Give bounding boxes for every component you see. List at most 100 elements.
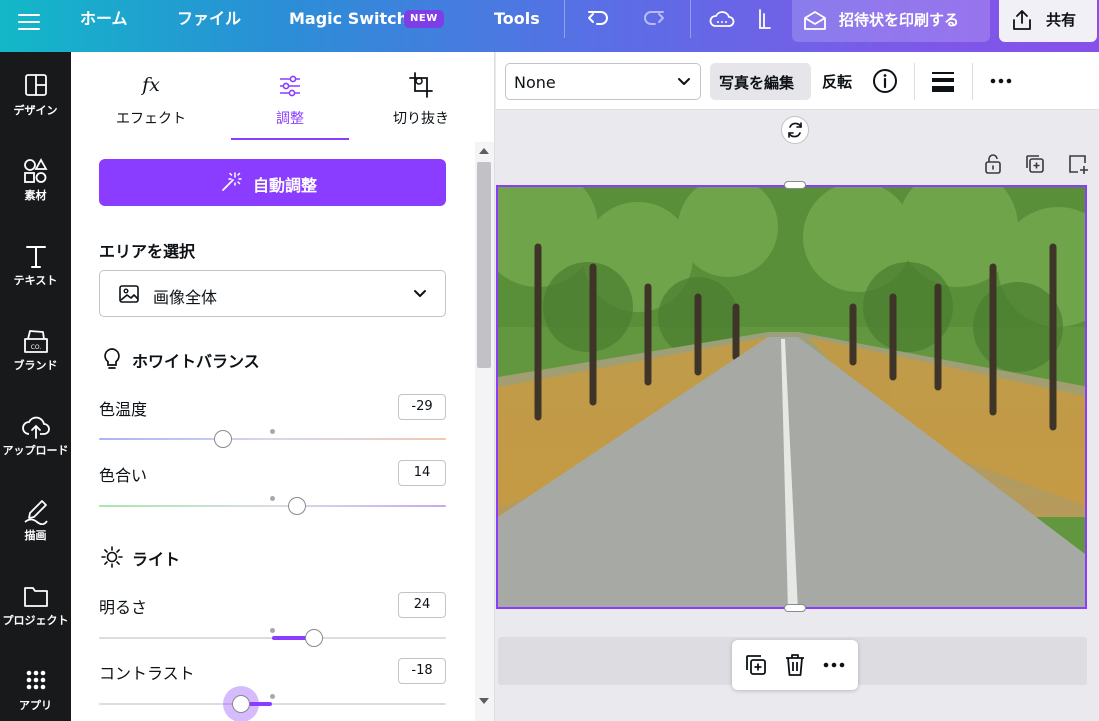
fx-icon: fx (140, 74, 160, 96)
tab-label: エフェクト (116, 111, 186, 127)
flip-button[interactable]: 反転 (822, 71, 852, 92)
adjust-panel: fx エフェクト 調整 切り抜き 自動調整 エリアを選択 画像全体 ホワイトバラ… (71, 52, 495, 721)
design-icon (25, 74, 47, 96)
panel-tabs: fx エフェクト 調整 切り抜き (71, 52, 494, 140)
brand-icon: CO. (24, 330, 48, 353)
rail-label: 描画 (24, 529, 47, 542)
left-rail: デザイン 素材 テキスト CO. ブランド アップロード 描画 プロジェクト ア… (0, 52, 71, 721)
slider-knob[interactable] (288, 497, 306, 515)
tint-value[interactable]: 14 (398, 460, 446, 486)
light-title: ライト (132, 550, 181, 569)
rotate-icon[interactable] (781, 116, 809, 144)
share-button[interactable]: 共有 (999, 0, 1097, 42)
floating-toolbar (732, 640, 858, 690)
context-toolbar: None 写真を編集 反転 (496, 52, 1099, 110)
scroll-down-arrow-icon[interactable] (479, 698, 489, 704)
svg-text:fx: fx (140, 74, 160, 96)
rail-item-text[interactable]: テキスト (0, 242, 71, 312)
rail-label: アップロード (2, 444, 69, 457)
scroll-up-arrow-icon[interactable] (479, 148, 489, 154)
rail-item-elements[interactable]: 素材 (0, 157, 71, 227)
temperature-slider[interactable] (99, 429, 446, 450)
rail-item-upload[interactable]: アップロード (0, 412, 71, 482)
slider-knob[interactable] (214, 430, 232, 448)
apps-icon (26, 670, 46, 690)
magic-switch-button[interactable]: Magic Switch (289, 0, 408, 38)
print-invitation-button[interactable]: 招待状を印刷する (792, 0, 990, 42)
share-label: 共有 (1046, 11, 1077, 29)
tab-adjust[interactable]: 調整 (230, 52, 350, 140)
white-balance-title: ホワイトバランス (132, 352, 260, 371)
rail-label: プロジェクト (2, 614, 69, 627)
new-badge: NEW (404, 10, 444, 28)
rail-item-draw[interactable]: 描画 (0, 497, 71, 567)
divider (914, 63, 915, 100)
rail-item-projects[interactable]: プロジェクト (0, 582, 71, 652)
measure-icon[interactable] (748, 4, 778, 34)
filter-value: None (514, 73, 556, 92)
tab-label: 調整 (276, 111, 304, 127)
filter-dropdown[interactable]: None (505, 63, 701, 100)
duplicate-page-icon[interactable] (1023, 152, 1047, 176)
image-icon (119, 285, 139, 303)
more-options-icon[interactable] (820, 651, 848, 679)
rail-item-design[interactable]: デザイン (0, 72, 71, 142)
share-icon (1013, 10, 1031, 30)
lightbulb-icon (104, 348, 120, 369)
rail-label: デザイン (13, 104, 58, 117)
slider-track (99, 703, 446, 705)
temperature-value[interactable]: -29 (398, 394, 446, 420)
add-page-icon[interactable] (1065, 152, 1089, 176)
top-bar: ホーム ファイル Magic Switch NEW Tools 招待状を印刷する… (0, 0, 1099, 52)
more-options-icon[interactable] (987, 67, 1015, 95)
slider-center-mark (270, 496, 275, 501)
info-icon[interactable] (871, 67, 899, 95)
tab-crop[interactable]: 切り抜き (361, 52, 481, 140)
line-weight-icon[interactable] (929, 67, 957, 95)
tab-label: 切り抜き (393, 111, 449, 127)
contrast-value[interactable]: -18 (398, 658, 446, 684)
tint-slider[interactable] (99, 496, 446, 517)
edit-photo-button[interactable]: 写真を編集 (710, 63, 811, 100)
trash-icon[interactable] (781, 651, 809, 679)
cloud-sync-icon[interactable] (707, 4, 737, 34)
rail-item-apps[interactable]: アプリ (0, 667, 71, 721)
edit-photo-label: 写真を編集 (719, 74, 795, 92)
text-icon (26, 246, 46, 268)
duplicate-icon[interactable] (742, 651, 770, 679)
slider-knob[interactable] (305, 629, 323, 647)
tab-effects[interactable]: fx エフェクト (91, 52, 211, 140)
divider (690, 0, 691, 38)
slider-knob[interactable] (232, 695, 250, 713)
slider-center-mark (270, 694, 275, 699)
contrast-slider[interactable] (99, 686, 446, 721)
resize-handle-top[interactable] (784, 181, 806, 189)
scrollbar-thumb[interactable] (477, 162, 491, 368)
undo-icon[interactable] (584, 4, 614, 34)
magic-wand-icon (222, 172, 242, 191)
chevron-down-icon (414, 290, 426, 297)
resize-handle-bottom[interactable] (784, 604, 806, 612)
sun-icon (101, 546, 123, 568)
brightness-slider[interactable] (99, 628, 446, 649)
print-label: 招待状を印刷する (839, 11, 960, 29)
lock-icon[interactable] (981, 152, 1005, 176)
auto-adjust-button[interactable]: 自動調整 (99, 159, 446, 206)
area-title: エリアを選択 (99, 242, 196, 261)
tools-menu[interactable]: Tools (494, 0, 540, 38)
menu-icon[interactable] (16, 9, 42, 35)
envelope-icon (804, 11, 826, 30)
sliders-icon (280, 75, 300, 97)
home-link[interactable]: ホーム (80, 0, 128, 38)
brightness-value[interactable]: 24 (398, 592, 446, 618)
rail-label: アプリ (19, 699, 52, 712)
file-menu[interactable]: ファイル (177, 0, 241, 38)
divider (564, 0, 565, 38)
draw-icon (24, 500, 48, 525)
divider (972, 63, 973, 100)
selected-photo[interactable] (496, 185, 1087, 609)
rail-item-brand[interactable]: CO. ブランド (0, 327, 71, 397)
area-dropdown[interactable]: 画像全体 (99, 270, 446, 317)
redo-icon[interactable] (638, 4, 668, 34)
rail-label: 素材 (24, 189, 47, 202)
